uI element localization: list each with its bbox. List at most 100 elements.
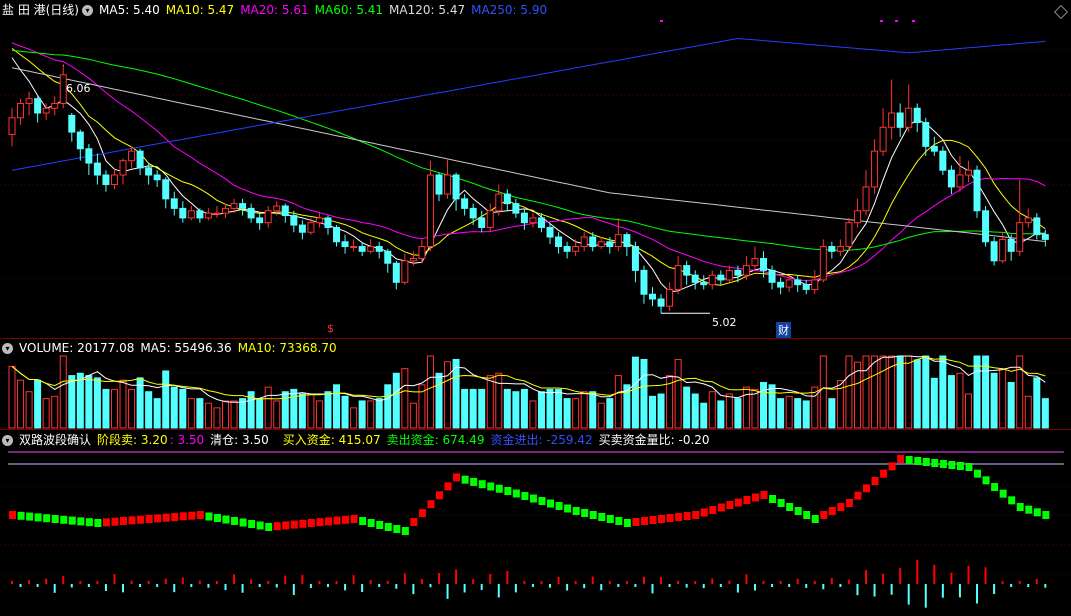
indicator-step [751, 493, 759, 502]
volume-bar [905, 355, 913, 429]
indicator-histogram-bar [967, 565, 970, 584]
indicator-step [965, 463, 973, 471]
indicator-step [564, 504, 572, 513]
indicator-histogram-bar [455, 569, 458, 584]
volume-bar [529, 400, 537, 429]
candle-body [145, 167, 153, 176]
indicator-histogram-bar [702, 584, 705, 589]
volume-bar [315, 400, 323, 429]
volume-bar [333, 384, 341, 429]
buy-funds-label: 买入资金: 415.07 [282, 433, 381, 447]
indicator-histogram-bar [1035, 578, 1038, 584]
indicator-histogram-bar [745, 574, 748, 584]
candle-body [572, 246, 580, 252]
indicator-step [487, 482, 495, 491]
candle-body [537, 217, 545, 228]
indicator-step [265, 523, 273, 531]
indicator-step [393, 525, 401, 533]
indicator-step [777, 499, 785, 507]
indicator-histogram-bar [753, 584, 756, 591]
candle-body [256, 217, 264, 224]
indicator-histogram-bar [233, 574, 236, 584]
indicator-histogram-bar [198, 580, 201, 584]
candle-body [452, 174, 460, 200]
candle-body [802, 284, 810, 290]
candle-body [435, 174, 443, 195]
event-marker-finance[interactable]: 财 [776, 322, 791, 338]
volume-bar [606, 398, 614, 429]
candle-body [640, 269, 648, 295]
volume-bar [537, 391, 545, 429]
candle-body [785, 279, 793, 288]
candle-body [375, 246, 383, 252]
ma10-line [11, 48, 1046, 286]
indicator-step [598, 513, 606, 521]
indicator-histogram-bar [813, 581, 816, 584]
indicator-histogram-bar [523, 581, 526, 584]
candle-body [230, 203, 238, 209]
indicator-step [171, 513, 179, 521]
indicator-step [871, 477, 879, 485]
candle-body [973, 169, 981, 212]
volume-bar [956, 372, 964, 429]
volume-bar [222, 400, 229, 429]
candle-body [324, 217, 332, 228]
event-marker-dividend[interactable]: $ [327, 322, 334, 335]
indicator-step [1033, 508, 1041, 517]
candle-body [76, 131, 84, 150]
indicator-step [547, 499, 555, 508]
chevron-down-icon[interactable]: ▾ [2, 435, 13, 446]
indicator-histogram-bar [1001, 581, 1004, 584]
candle-body [614, 234, 622, 248]
candle-body [580, 236, 588, 248]
indicator-histogram-bar [361, 584, 364, 593]
indicator-histogram-bar [566, 584, 569, 591]
indicator-histogram-bar [660, 577, 663, 584]
volume-bar [794, 398, 802, 429]
candle-body [982, 210, 990, 243]
volume-bar [990, 372, 998, 429]
indicator-step [683, 512, 691, 520]
indicator-histogram-bar [574, 581, 577, 584]
volume-bar [324, 391, 332, 429]
indicator-histogram-bar [779, 581, 782, 584]
indicator-step [956, 462, 964, 470]
candle-body [922, 122, 930, 147]
indicator-step [837, 503, 845, 511]
candle-body [708, 274, 716, 286]
volume-bar [34, 379, 42, 429]
candle-body [1007, 238, 1015, 252]
indicator-step [666, 514, 674, 522]
indicator-histogram-bar [1027, 584, 1030, 587]
candle-body [153, 174, 161, 181]
indicator-histogram-bar [96, 581, 99, 584]
candle-body [555, 236, 563, 248]
indicator-histogram-bar [403, 573, 406, 584]
indicator-step [43, 514, 51, 523]
indicator-step [128, 516, 136, 525]
candle-body [777, 281, 785, 288]
volume-bar [597, 402, 605, 429]
volume-bar [119, 379, 127, 429]
indicator-step [359, 517, 367, 525]
indicator-histogram-bar [215, 581, 218, 584]
candle-body [905, 107, 913, 128]
indicator-step [120, 517, 128, 525]
sell-funds-label: 卖出资金: 674.49 [386, 433, 485, 447]
volume-bar [674, 358, 682, 429]
indicator-histogram-bar [309, 584, 312, 588]
volume-bar [777, 398, 785, 429]
candle-body [811, 279, 819, 290]
indicator-step [581, 509, 589, 517]
volume-bar [828, 398, 836, 429]
volume-ma10-label: MA10: 73368.70 [237, 341, 337, 355]
indicator-step [1025, 505, 1033, 514]
indicator-histogram-bar [53, 584, 56, 593]
indicator-step [436, 491, 443, 500]
volume-bar [503, 388, 511, 429]
volume-bar [614, 375, 622, 429]
chevron-down-icon[interactable]: ▾ [2, 343, 13, 354]
volume-bar [8, 365, 16, 429]
indicator-histogram-bar [104, 584, 107, 591]
indicator-step [231, 517, 239, 525]
